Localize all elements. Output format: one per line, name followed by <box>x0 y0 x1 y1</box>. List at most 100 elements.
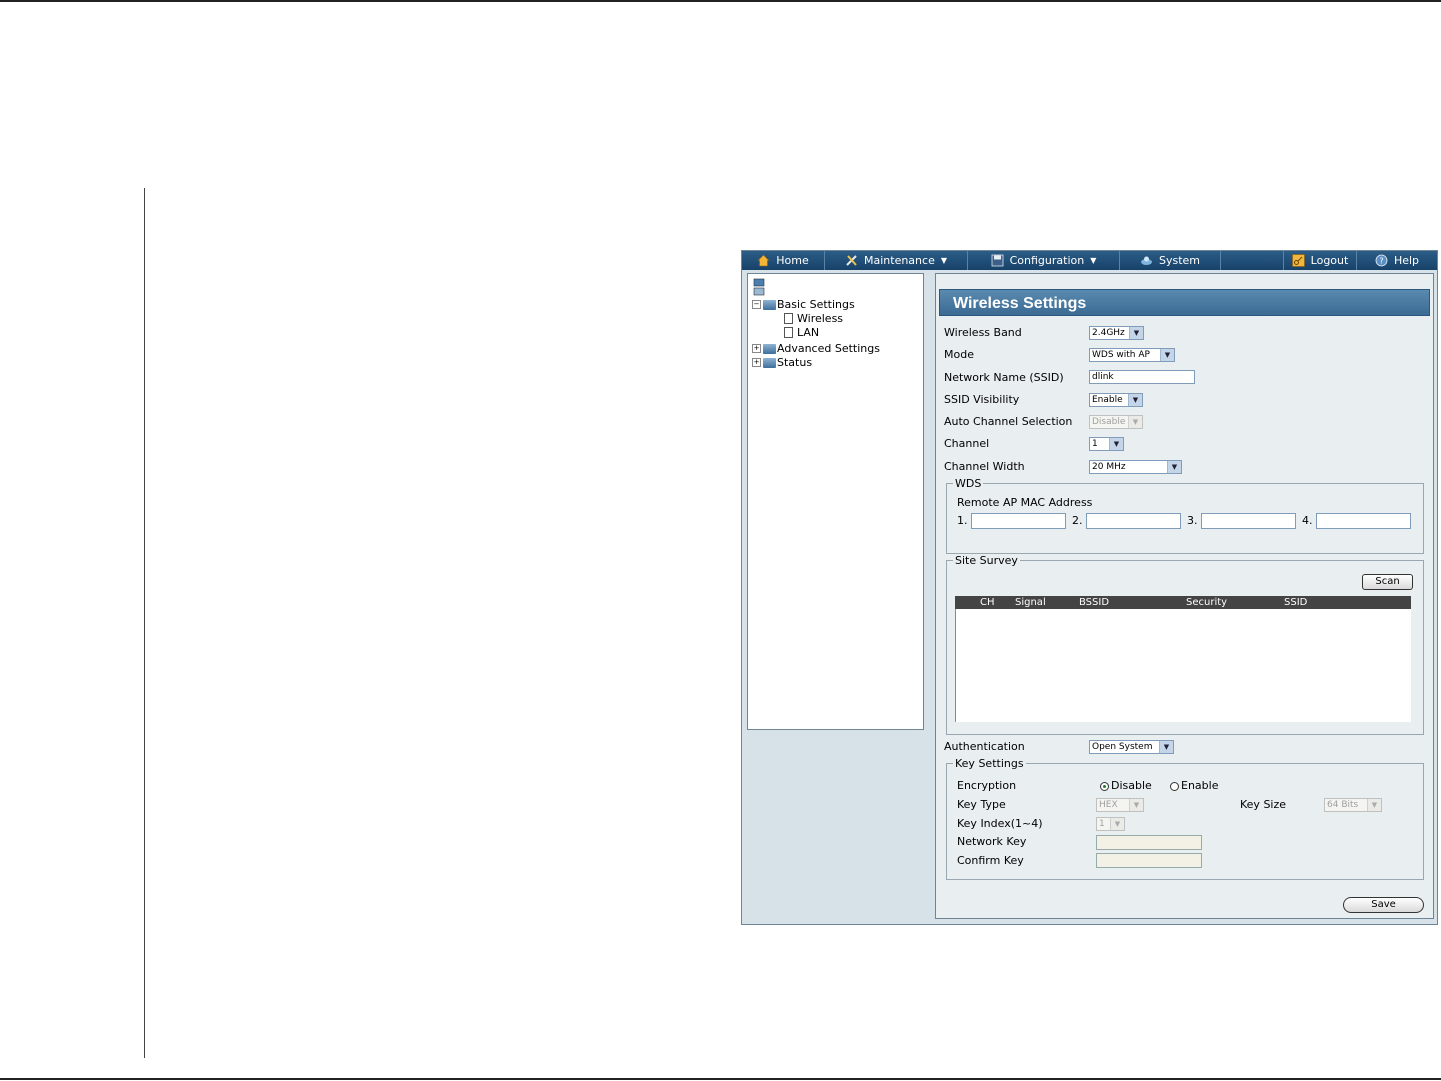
key-size-label: Key Size <box>1240 798 1287 811</box>
bottom-rule <box>0 1078 1441 1080</box>
key-settings-legend: Key Settings <box>953 757 1026 770</box>
chevron-down-icon: ▼ <box>1159 741 1173 753</box>
auto-channel-label: Auto Channel Selection <box>944 415 1073 428</box>
mac-index-4: 4. <box>1302 514 1313 527</box>
folder-icon <box>763 357 776 368</box>
confirm-key-input[interactable] <box>1096 853 1202 868</box>
top-rule <box>0 0 1441 2</box>
ssid-input[interactable]: dlink <box>1089 370 1195 384</box>
folder-icon <box>763 299 776 310</box>
system-icon <box>1140 254 1153 267</box>
key-size-select[interactable]: 64 Bits ▼ <box>1324 798 1382 812</box>
mac-address-3-input[interactable] <box>1201 513 1296 529</box>
menu-configuration[interactable]: Configuration ▼ <box>968 251 1120 270</box>
scan-button[interactable]: Scan <box>1362 574 1413 590</box>
chevron-down-icon: ▼ <box>940 256 947 265</box>
menu-home[interactable]: Home <box>742 251 825 270</box>
key-type-label: Key Type <box>957 798 1006 811</box>
site-survey-legend: Site Survey <box>953 554 1020 567</box>
app-window: Home Maintenance ▼ Configuration ▼ Syste… <box>741 250 1438 925</box>
key-type-select[interactable]: HEX ▼ <box>1096 798 1144 812</box>
chevron-down-icon: ▼ <box>1128 416 1142 428</box>
key-index-label: Key Index(1~4) <box>957 817 1043 830</box>
menu-logout[interactable]: Logout <box>1283 251 1357 270</box>
tree-status[interactable]: + Status <box>752 356 812 369</box>
chevron-down-icon: ▼ <box>1128 394 1142 406</box>
chevron-down-icon: ▼ <box>1129 799 1143 811</box>
survey-table-header: CH Signal BSSID Security SSID <box>955 596 1411 609</box>
channel-width-select[interactable]: 20 MHz ▼ <box>1089 460 1182 474</box>
tree-basic-settings[interactable]: − Basic Settings <box>752 298 855 311</box>
menu-maintenance[interactable]: Maintenance ▼ <box>825 251 968 270</box>
column-ssid: SSID <box>1284 597 1308 608</box>
mode-label: Mode <box>944 348 974 361</box>
svg-text:?: ? <box>1379 257 1383 266</box>
chevron-down-icon: ▼ <box>1110 818 1124 830</box>
expand-icon[interactable]: + <box>752 344 761 353</box>
column-signal: Signal <box>1015 597 1046 608</box>
chevron-down-icon: ▼ <box>1367 799 1381 811</box>
key-index-select[interactable]: 1 ▼ <box>1096 817 1125 831</box>
mac-address-1-input[interactable] <box>971 513 1066 529</box>
mac-address-4-input[interactable] <box>1316 513 1411 529</box>
encryption-label: Encryption <box>957 779 1017 792</box>
menu-bar: Home Maintenance ▼ Configuration ▼ Syste… <box>742 251 1437 270</box>
tree-advanced-settings[interactable]: + Advanced Settings <box>752 342 880 355</box>
menu-help[interactable]: ? Help <box>1357 251 1437 270</box>
authentication-label: Authentication <box>944 740 1025 753</box>
floppy-icon <box>991 254 1004 267</box>
page-icon <box>784 313 793 324</box>
confirm-key-label: Confirm Key <box>957 854 1024 867</box>
column-ch: CH <box>980 597 995 608</box>
column-security: Security <box>1186 597 1228 608</box>
channel-select[interactable]: 1 ▼ <box>1089 437 1124 451</box>
page-title: Wireless Settings <box>939 289 1430 316</box>
mac-index-1: 1. <box>957 514 968 527</box>
ssid-visibility-select[interactable]: Enable ▼ <box>1089 393 1143 407</box>
remote-ap-mac-label: Remote AP MAC Address <box>957 496 1093 509</box>
wireless-band-select[interactable]: 2.4GHz ▼ <box>1089 326 1144 340</box>
tools-icon <box>845 254 858 267</box>
tree-lan[interactable]: LAN <box>784 326 819 339</box>
menu-system[interactable]: System <box>1120 251 1221 270</box>
radio-selected-icon[interactable] <box>1100 781 1109 791</box>
key-icon <box>1291 254 1305 267</box>
mac-address-2-input[interactable] <box>1086 513 1181 529</box>
network-key-label: Network Key <box>957 835 1027 848</box>
home-icon <box>757 254 770 267</box>
chevron-down-icon: ▼ <box>1129 327 1143 339</box>
collapse-icon[interactable]: − <box>752 300 761 309</box>
expand-icon[interactable]: + <box>752 358 761 367</box>
authentication-select[interactable]: Open System ▼ <box>1089 740 1174 754</box>
mac-index-3: 3. <box>1187 514 1198 527</box>
chevron-down-icon: ▼ <box>1090 256 1097 265</box>
margin-line <box>144 188 145 1058</box>
auto-channel-select[interactable]: Disable ▼ <box>1089 415 1143 429</box>
network-key-input[interactable] <box>1096 835 1202 850</box>
wireless-band-label: Wireless Band <box>944 326 1022 339</box>
wds-legend: WDS <box>953 477 984 490</box>
channel-label: Channel <box>944 437 990 450</box>
menu-spacer <box>1221 251 1283 270</box>
settings-panel: Wireless Settings Wireless Band 2.4GHz ▼ … <box>935 273 1434 919</box>
column-bssid: BSSID <box>1079 597 1110 608</box>
navigation-tree: − Basic Settings Wireless LAN + Advanced… <box>747 273 924 730</box>
mode-select[interactable]: WDS with AP ▼ <box>1089 348 1175 362</box>
ssid-label: Network Name (SSID) <box>944 371 1064 384</box>
chevron-down-icon: ▼ <box>1167 461 1181 473</box>
survey-table-body[interactable] <box>955 609 1411 722</box>
encryption-disable-option[interactable]: Disable <box>1100 779 1152 792</box>
folder-icon <box>763 343 776 354</box>
mac-index-2: 2. <box>1072 514 1083 527</box>
tree-root-icon <box>753 278 765 296</box>
encryption-enable-option[interactable]: Enable <box>1170 779 1218 792</box>
tree-wireless[interactable]: Wireless <box>784 312 843 325</box>
chevron-down-icon: ▼ <box>1160 349 1174 361</box>
radio-unselected-icon[interactable] <box>1170 781 1179 791</box>
ssid-visibility-label: SSID Visibility <box>944 393 1020 406</box>
help-icon: ? <box>1375 254 1388 267</box>
channel-width-label: Channel Width <box>944 460 1025 473</box>
chevron-down-icon: ▼ <box>1109 438 1123 450</box>
save-button[interactable]: Save <box>1343 897 1424 913</box>
page-icon <box>784 327 793 338</box>
